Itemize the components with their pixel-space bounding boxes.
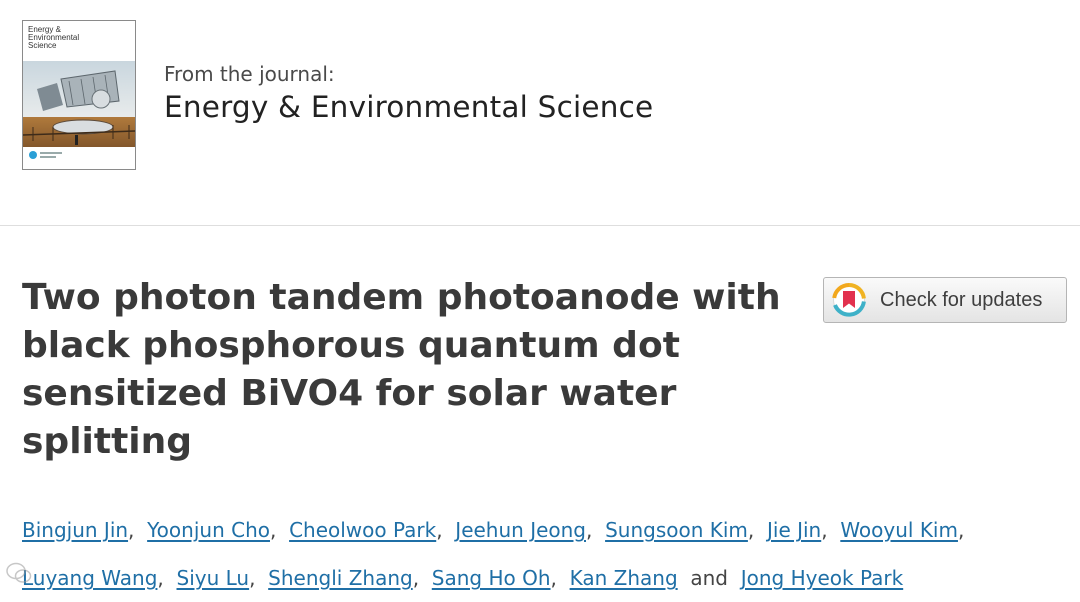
- author-link[interactable]: Sang Ho Oh: [432, 566, 551, 590]
- author-link[interactable]: Kan Zhang: [570, 566, 678, 590]
- journal-name-link[interactable]: Energy & Environmental Science: [164, 90, 653, 124]
- header-divider: [0, 225, 1080, 226]
- wechat-watermark-icon: [6, 562, 32, 584]
- author-link[interactable]: Cheolwoo Park: [289, 518, 436, 542]
- author-link[interactable]: Sungsoon Kim: [605, 518, 748, 542]
- author-link[interactable]: Jong Hyeok Park: [741, 566, 903, 590]
- author-link[interactable]: Luyang Wang: [22, 566, 157, 590]
- journal-cover-image[interactable]: Energy & Environmental Science: [22, 20, 136, 170]
- author-list: Bingjun Jin, Yoonjun Cho, Cheolwoo Park,…: [22, 506, 1062, 602]
- author-link[interactable]: Jie Jin: [767, 518, 821, 542]
- crossmark-icon: [832, 283, 866, 317]
- author-link[interactable]: Jeehun Jeong: [455, 518, 586, 542]
- author-link[interactable]: Siyu Lu: [177, 566, 250, 590]
- wechat-watermark-icon: [6, 562, 32, 583]
- cover-artwork: [23, 61, 135, 163]
- author-link[interactable]: Shengli Zhang: [268, 566, 413, 590]
- author-conjunction: and: [690, 566, 729, 590]
- article-title: Two photon tandem photoanode with black …: [22, 277, 781, 462]
- check-for-updates-label: Check for updates: [880, 288, 1043, 311]
- author-link[interactable]: Bingjun Jin: [22, 518, 128, 542]
- from-journal-label: From the journal:: [164, 62, 335, 86]
- check-for-updates-button[interactable]: Check for updates: [823, 277, 1067, 323]
- author-link[interactable]: Wooyul Kim: [840, 518, 958, 542]
- author-line-1: Bingjun Jin, Yoonjun Cho, Cheolwoo Park,…: [22, 518, 965, 542]
- author-link[interactable]: Yoonjun Cho: [147, 518, 270, 542]
- author-line-2: Luyang Wang, Siyu Lu, Shengli Zhang, San…: [22, 566, 904, 590]
- article-page: Energy & Environmental Science From the …: [0, 0, 1080, 602]
- cover-journal-title: Energy & Environmental Science: [28, 25, 80, 50]
